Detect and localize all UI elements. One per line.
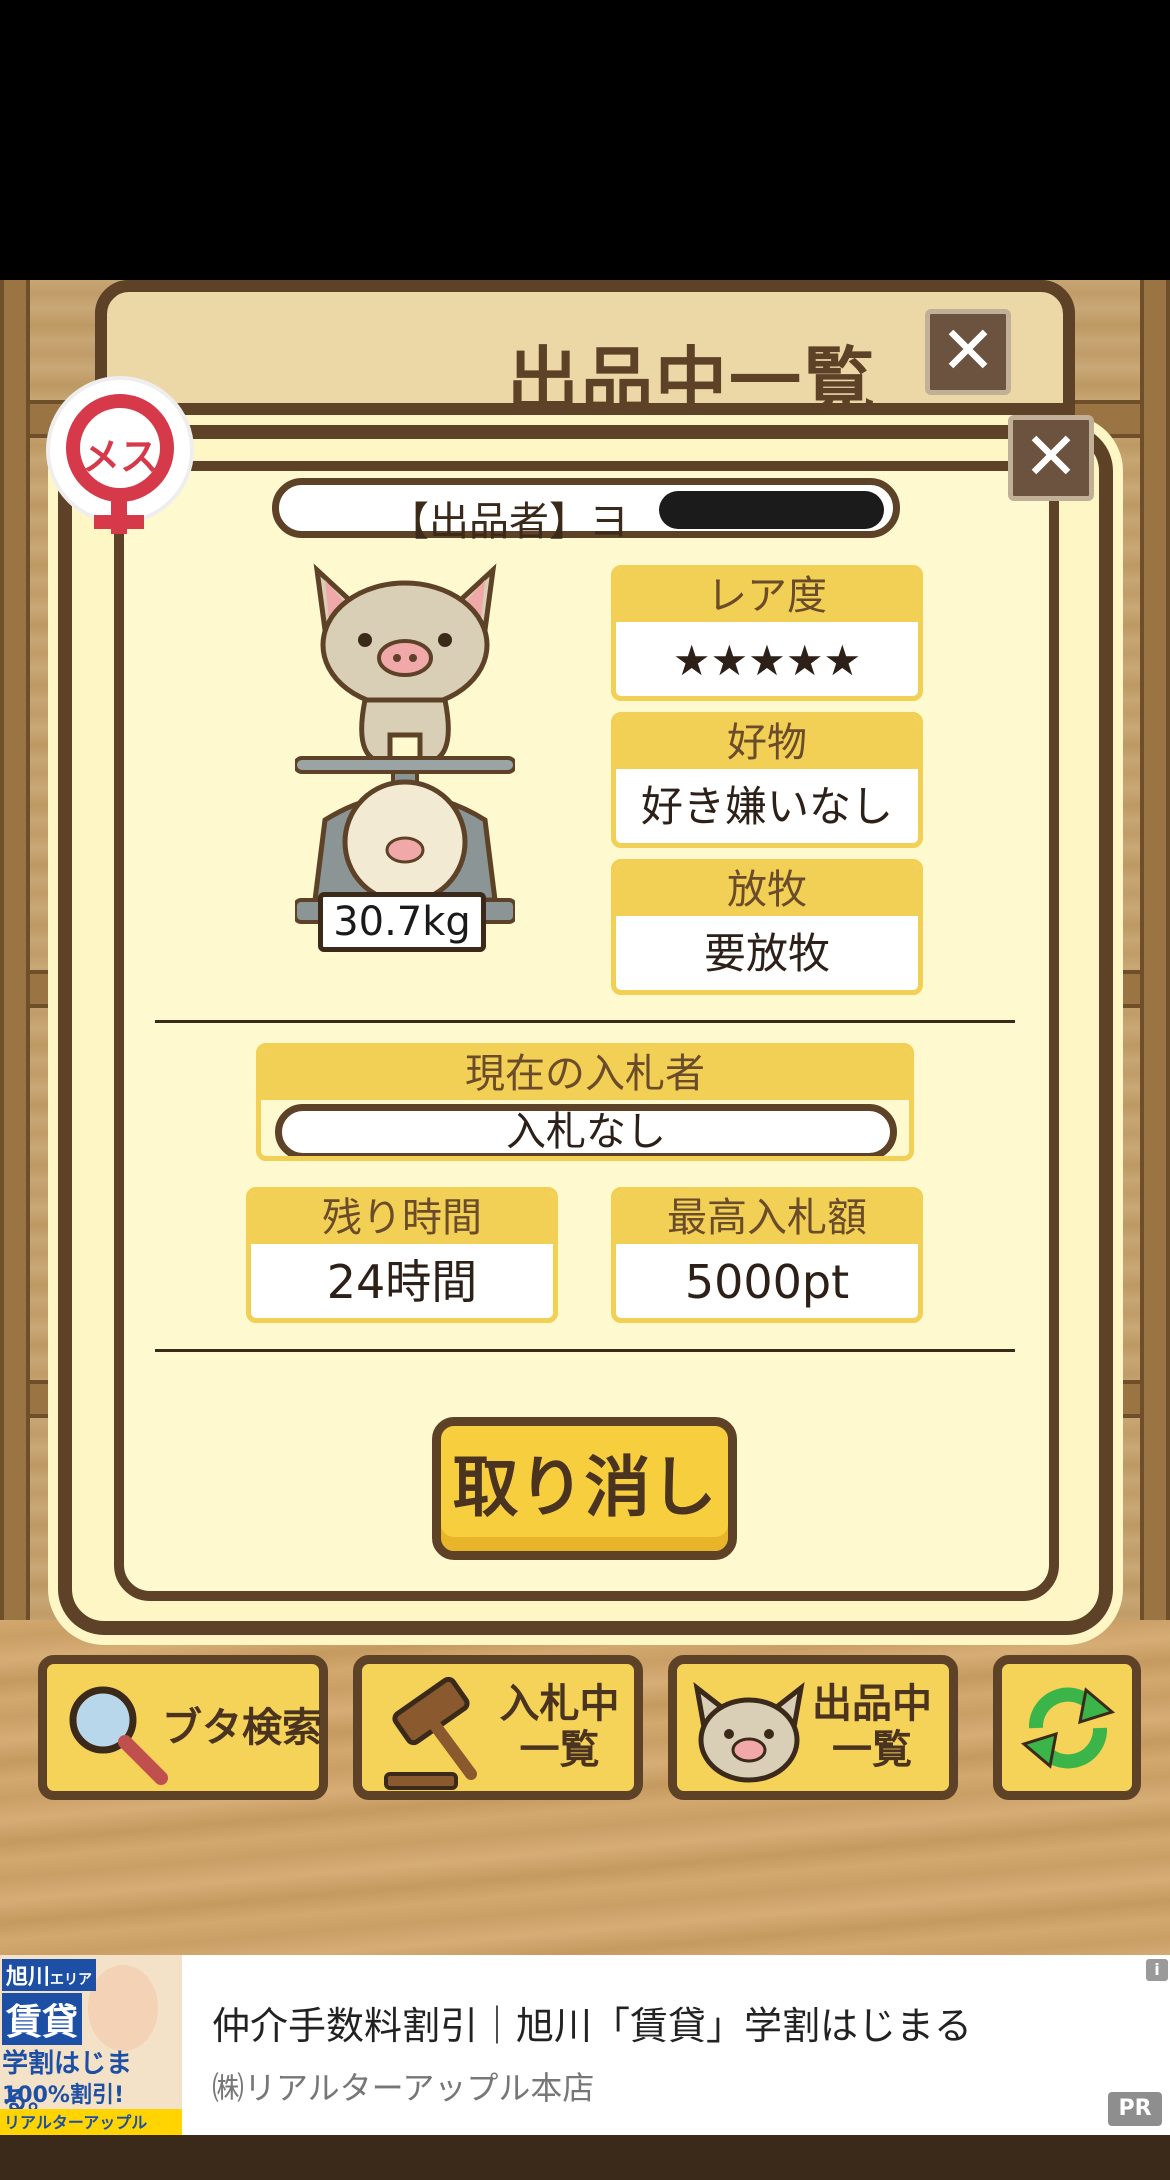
rarity-stars: ★★★★★ (672, 636, 862, 685)
status-bar (0, 0, 1170, 280)
listing-list-label-2: 一覧 (832, 1727, 912, 1773)
gender-badge: メス (50, 380, 190, 534)
floor-strip (0, 2135, 1170, 2180)
ad-image[interactable]: 旭川エリア 賃貸 学割はじまる。 100%割引! リアルターアップル (0, 1955, 182, 2135)
bidding-list-label-1: 入札中 (499, 1681, 620, 1727)
weight-readout: 30.7kg (318, 892, 486, 952)
highest-bid-card: 最高入札額 5000pt (611, 1187, 923, 1323)
rarity-card: レア度 ★★★★★ (611, 565, 923, 701)
pig-search-button[interactable]: ブタ検索 (38, 1655, 328, 1800)
magnifier-icon (69, 1686, 168, 1785)
dialog-close-button[interactable]: ✕ (1008, 415, 1094, 501)
ad-image-headline: 賃貸 (2, 1993, 83, 2045)
ad-photo (88, 1965, 158, 2051)
ad-pr-badge: PR (1108, 2092, 1162, 2126)
current-bidder-card: 現在の入札者 入札なし (256, 1043, 914, 1161)
redacted-seller-name (659, 491, 884, 529)
ad-banner[interactable]: 旭川エリア 賃貸 学割はじまる。 100%割引! リアルターアップル 仲介手数料… (0, 1955, 1170, 2135)
ad-image-brand: リアルターアップル (0, 2109, 182, 2135)
favorite-food-card: 好物 好き嫌いなし (611, 712, 923, 848)
bidding-list-button[interactable]: 入札中 一覧 (353, 1655, 643, 1800)
highest-bid-label: 最高入札額 (616, 1192, 918, 1244)
gender-label: メス (81, 435, 158, 479)
ad-image-percent: 100%割引! (2, 2083, 124, 2108)
listing-list-label-1: 出品中 (812, 1681, 932, 1727)
ad-advertiser[interactable]: ㈱リアルターアップル本店 (212, 2063, 594, 2109)
ad-image-area: 旭川エリア (2, 1959, 97, 1991)
board-title: 出品中一覧 (506, 339, 877, 423)
favorite-food-label: 好物 (616, 717, 918, 769)
female-icon: メス (66, 394, 174, 502)
remaining-time-value: 24時間 (326, 1255, 478, 1309)
section-divider (155, 1349, 1015, 1352)
grazing-card: 放牧 要放牧 (611, 859, 923, 995)
pig-search-label: ブタ検索 (162, 1705, 322, 1751)
female-symbol-bar (94, 515, 144, 529)
seller-label: 【出品者】ヨ (389, 499, 629, 545)
board-close-button[interactable]: ✕ (925, 309, 1011, 395)
listing-list-button[interactable]: 出品中 一覧 (668, 1655, 958, 1800)
grazing-value: 要放牧 (703, 929, 830, 978)
highest-bid-value: 5000pt (684, 1255, 850, 1309)
cancel-listing-button[interactable]: 取り消し (432, 1417, 737, 1560)
refresh-button[interactable] (993, 1655, 1141, 1800)
remaining-time-card: 残り時間 24時間 (246, 1187, 558, 1323)
close-icon: ✕ (940, 312, 996, 389)
close-icon: ✕ (1023, 418, 1079, 495)
remaining-time-label: 残り時間 (251, 1192, 553, 1244)
ad-info-icon[interactable]: i (1146, 1959, 1168, 1981)
bidding-list-label-2: 一覧 (519, 1727, 600, 1773)
section-divider (155, 1020, 1015, 1023)
seller-bar: 【出品者】ヨ (272, 478, 900, 545)
favorite-food-value: 好き嫌いなし (640, 782, 893, 831)
pig-icon (313, 563, 497, 763)
current-bidder-value: 入札なし (275, 1104, 897, 1156)
current-bidder-label: 現在の入札者 (261, 1048, 909, 1100)
grazing-label: 放牧 (616, 864, 918, 916)
refresh-icon (1020, 1687, 1116, 1769)
ad-title[interactable]: 仲介手数料割引｜旭川「賃貸」学割はじまる (212, 1995, 972, 2050)
rarity-label: レア度 (616, 570, 918, 622)
